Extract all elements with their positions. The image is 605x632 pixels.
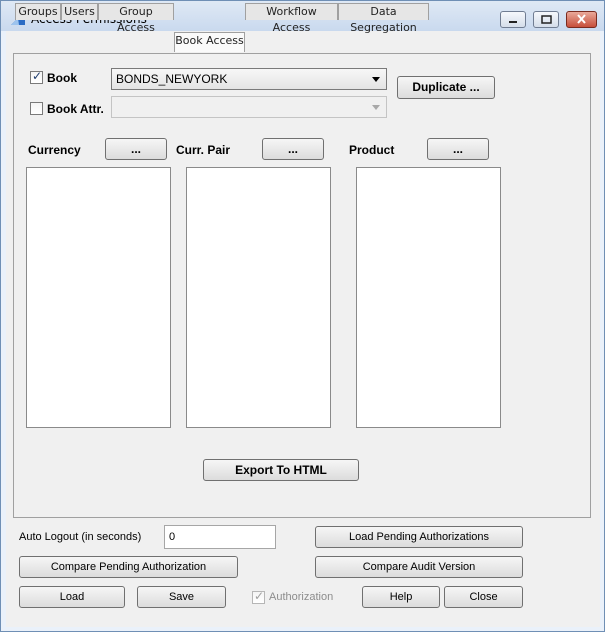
curr-pair-list[interactable] [186, 167, 331, 428]
currency-list[interactable] [26, 167, 171, 428]
book-attr-label: Book Attr. [47, 102, 104, 116]
currency-label: Currency [28, 143, 81, 157]
book-combobox[interactable]: BONDS_NEWYORK [111, 68, 387, 90]
authorization-checkbox[interactable]: ✓ [252, 589, 265, 604]
auto-logout-label: Auto Logout (in seconds) [19, 531, 142, 543]
help-button[interactable]: Help [362, 586, 440, 608]
book-label: Book [47, 71, 77, 85]
book-attr-checkbox[interactable] [30, 102, 43, 115]
product-label: Product [349, 143, 395, 157]
currency-select-button[interactable]: ... [105, 138, 167, 160]
close-window-button[interactable] [566, 11, 597, 28]
book-checkbox[interactable]: ✓ [30, 69, 43, 84]
book-combobox-value: BONDS_NEWYORK [116, 72, 228, 86]
tab-groups[interactable]: Groups [15, 3, 61, 20]
minimize-icon [509, 21, 517, 23]
tab-workflow-access[interactable]: Workflow Access [245, 3, 338, 34]
load-button[interactable]: Load [19, 586, 125, 608]
minimize-button[interactable] [500, 11, 526, 28]
curr-pair-select-button[interactable]: ... [262, 138, 324, 160]
auto-logout-input[interactable] [164, 525, 276, 549]
book-attr-combobox[interactable] [111, 96, 387, 118]
dropdown-arrow-icon [372, 77, 380, 82]
load-pending-authorizations-button[interactable]: Load Pending Authorizations [315, 526, 523, 548]
checkmark-icon: ✓ [254, 589, 265, 603]
maximize-icon [541, 15, 552, 24]
access-permissions-window: Access Permissions Groups Users Group Ac… [0, 0, 605, 632]
tab-book-access[interactable]: Book Access [174, 32, 245, 52]
curr-pair-label: Curr. Pair [176, 143, 231, 157]
close-icon [577, 14, 586, 24]
dropdown-arrow-icon [372, 105, 380, 110]
checkmark-icon: ✓ [32, 69, 43, 83]
save-button[interactable]: Save [137, 586, 226, 608]
maximize-button[interactable] [533, 11, 559, 28]
tab-users[interactable]: Users [61, 3, 98, 20]
export-to-html-button[interactable]: Export To HTML [203, 459, 359, 481]
duplicate-button[interactable]: Duplicate ... [397, 76, 495, 99]
compare-audit-version-button[interactable]: Compare Audit Version [315, 556, 523, 578]
tab-data-segregation[interactable]: Data Segregation [338, 3, 429, 34]
close-button[interactable]: Close [444, 586, 523, 608]
tab-group-access[interactable]: Group Access [98, 3, 174, 34]
product-select-button[interactable]: ... [427, 138, 489, 160]
compare-pending-authorization-button[interactable]: Compare Pending Authorization [19, 556, 238, 578]
product-list[interactable] [356, 167, 501, 428]
authorization-label: Authorization [269, 591, 334, 603]
